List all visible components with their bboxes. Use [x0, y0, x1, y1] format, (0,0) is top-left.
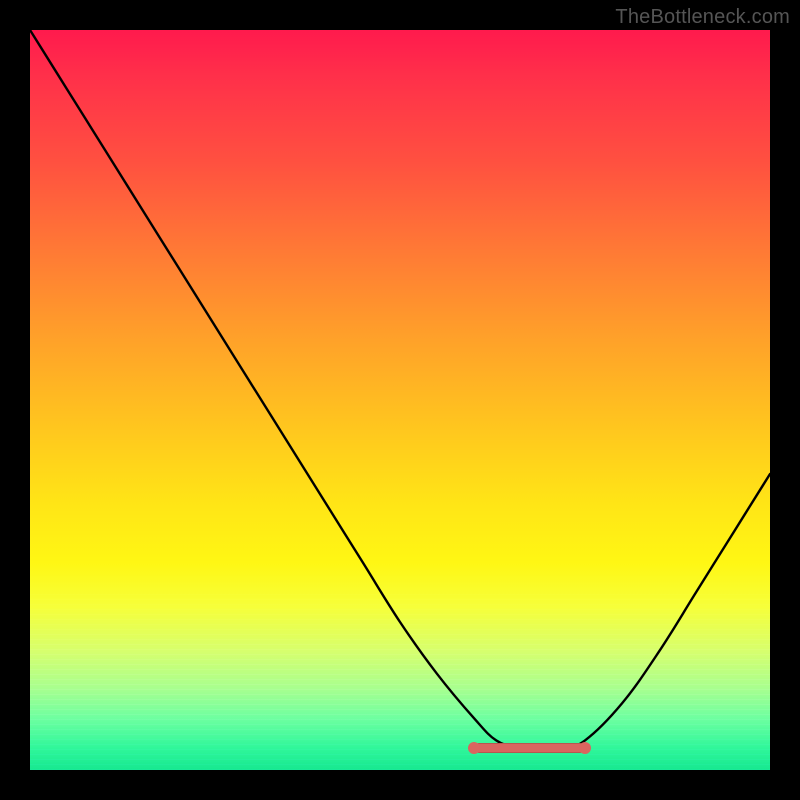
watermark-text: TheBottleneck.com [615, 6, 790, 29]
curve-svg [30, 30, 770, 770]
plot-area [30, 30, 770, 770]
highlight-band [474, 743, 585, 753]
highlight-band-end-right [579, 742, 591, 754]
chart-frame: TheBottleneck.com [0, 0, 800, 800]
bottleneck-curve [30, 30, 770, 748]
highlight-band-end-left [468, 742, 480, 754]
